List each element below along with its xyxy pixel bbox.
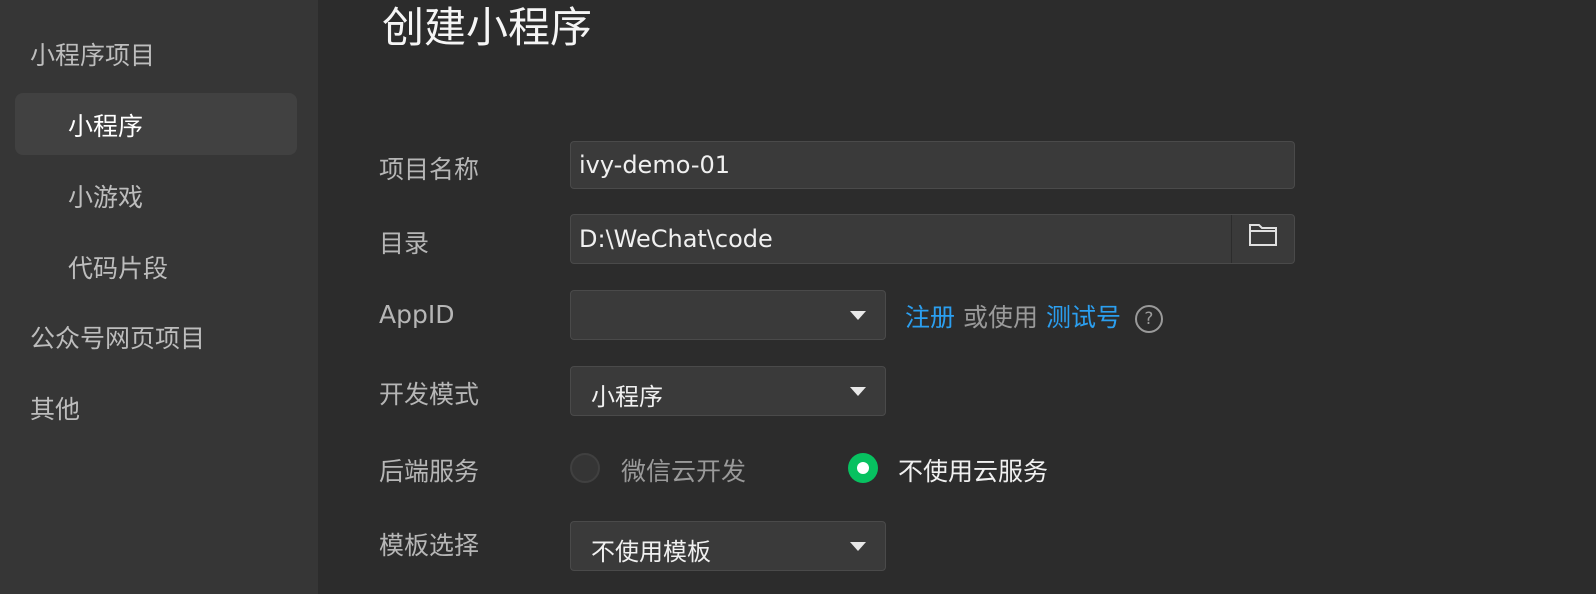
appid-label: AppID	[379, 300, 455, 329]
main-panel: 创建小程序 项目名称 ivy-demo-01 目录 D:\WeChat\code…	[318, 0, 1596, 594]
sidebar-item-minigame[interactable]: 小游戏	[68, 178, 143, 214]
test-account-link[interactable]: 测试号	[1046, 303, 1121, 332]
sidebar-section-miniprogram[interactable]: 小程序项目	[30, 36, 155, 72]
folder-icon	[1248, 215, 1278, 263]
sidebar: 小程序项目 小程序 小游戏 代码片段 公众号网页项目 其他	[0, 0, 318, 594]
directory-value: D:\WeChat\code	[579, 225, 773, 253]
sidebar-section-other[interactable]: 其他	[30, 390, 80, 426]
project-name-label: 项目名称	[379, 155, 480, 184]
directory-label: 目录	[379, 229, 430, 258]
appid-links: 注册 或使用 测试号 ?	[905, 298, 1163, 334]
appid-select[interactable]	[570, 290, 886, 340]
sidebar-item-miniprogram[interactable]: 小程序	[15, 93, 297, 155]
template-value: 不使用模板	[591, 538, 711, 566]
dev-mode-label: 开发模式	[379, 380, 480, 409]
project-name-input[interactable]: ivy-demo-01	[570, 141, 1295, 189]
backend-label: 后端服务	[379, 457, 480, 486]
sidebar-item-code-snippet[interactable]: 代码片段	[68, 249, 168, 285]
template-label: 模板选择	[379, 531, 480, 560]
chevron-down-icon	[850, 311, 866, 320]
dev-mode-value: 小程序	[591, 383, 663, 411]
radio-no-cloud[interactable]	[848, 453, 878, 483]
chevron-down-icon	[850, 387, 866, 396]
browse-folder-button[interactable]	[1231, 215, 1294, 263]
help-icon[interactable]: ?	[1134, 305, 1163, 333]
register-link[interactable]: 注册	[905, 303, 955, 332]
sidebar-item-label: 小程序	[68, 112, 144, 141]
radio-wechat-cloud-label[interactable]: 微信云开发	[621, 452, 746, 488]
radio-no-cloud-label[interactable]: 不使用云服务	[898, 452, 1048, 488]
directory-input[interactable]: D:\WeChat\code	[570, 214, 1295, 264]
template-select[interactable]: 不使用模板	[570, 521, 886, 571]
dev-mode-select[interactable]: 小程序	[570, 366, 886, 416]
or-use-text: 或使用	[962, 303, 1038, 332]
chevron-down-icon	[850, 542, 866, 551]
radio-wechat-cloud[interactable]	[570, 453, 600, 483]
page-title: 创建小程序	[382, 3, 593, 52]
sidebar-section-official-account[interactable]: 公众号网页项目	[30, 319, 205, 355]
project-name-value: ivy-demo-01	[579, 151, 731, 179]
